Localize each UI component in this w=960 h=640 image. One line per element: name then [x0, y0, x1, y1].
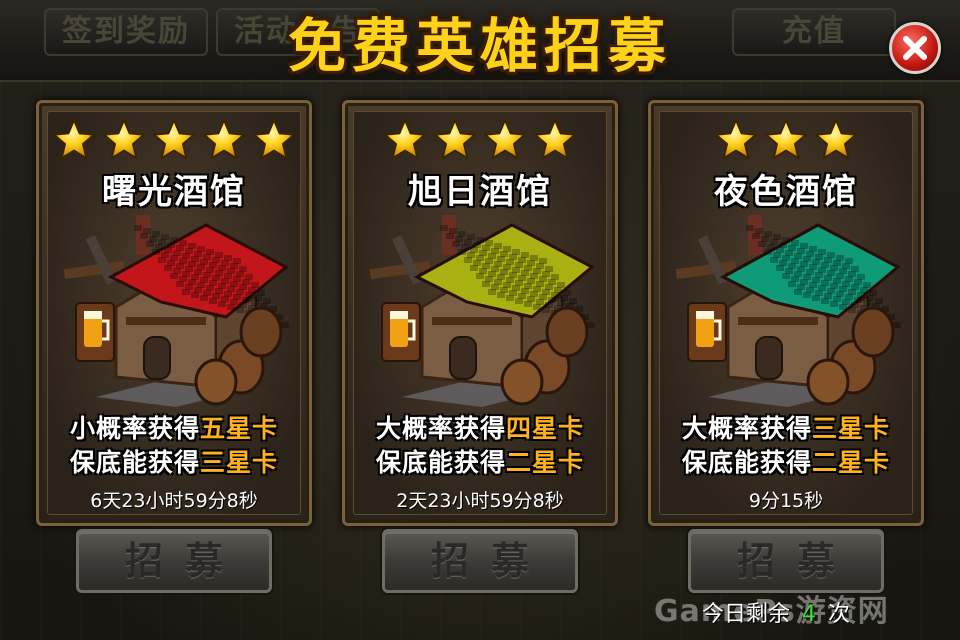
star-icon	[203, 119, 245, 160]
tavern-card-dawn: 曙光酒馆 小概率获得五星卡 保底能获得三星卡 6天23小时59分8秒	[36, 100, 312, 526]
beer-mug-icon	[75, 302, 115, 362]
star-icon	[765, 119, 807, 160]
star-icon	[53, 119, 95, 160]
remaining-count: 今日剩余 4 次	[702, 596, 850, 628]
star-icon	[815, 119, 857, 160]
recruit-button-dawn[interactable]: 招募	[76, 529, 272, 593]
cooldown-timer: 2天23小时59分8秒	[396, 490, 564, 512]
star-rating	[660, 118, 912, 162]
cooldown-timer: 9分15秒	[748, 490, 824, 512]
remaining-number: 4	[802, 602, 817, 627]
guarantee-text: 保底能获得	[69, 448, 200, 477]
tab-sign-in-reward[interactable]: 签到奖励	[44, 8, 208, 56]
star-icon	[534, 119, 576, 160]
tavern-name: 旭日酒馆	[408, 172, 552, 212]
guarantee-highlight: 二星卡	[812, 448, 891, 477]
tavern-building-image	[369, 215, 595, 407]
recruit-button-night[interactable]: 招募	[688, 529, 884, 593]
star-icon	[253, 119, 295, 160]
star-icon	[434, 119, 476, 160]
odds-text: 小概率获得	[69, 414, 200, 443]
tavern-odds: 小概率获得五星卡 保底能获得三星卡	[48, 412, 300, 480]
tab-recharge[interactable]: 充值	[732, 8, 896, 56]
star-icon	[484, 119, 526, 160]
guarantee-text: 保底能获得	[681, 448, 812, 477]
tavern-card-night: 夜色酒馆 大概率获得三星卡 保底能获得二星卡 9分15秒	[648, 100, 924, 526]
tavern-name: 曙光酒馆	[102, 172, 246, 212]
star-rating	[48, 118, 300, 162]
remaining-unit: 次	[828, 602, 851, 627]
cooldown-timer: 6天23小时59分8秒	[90, 490, 258, 512]
remaining-label: 今日剩余	[702, 602, 791, 627]
star-rating	[354, 118, 606, 162]
tavern-building-image	[63, 215, 289, 407]
tavern-odds: 大概率获得四星卡 保底能获得二星卡	[354, 412, 606, 480]
tavern-odds: 大概率获得三星卡 保底能获得二星卡	[660, 412, 912, 480]
star-icon	[153, 119, 195, 160]
odds-highlight: 三星卡	[812, 414, 891, 443]
tavern-building-image	[675, 215, 901, 407]
star-icon	[384, 119, 426, 160]
star-icon	[103, 119, 145, 160]
odds-text: 大概率获得	[681, 414, 812, 443]
guarantee-text: 保底能获得	[375, 448, 506, 477]
guarantee-highlight: 三星卡	[200, 448, 279, 477]
recruit-button-sunrise[interactable]: 招募	[382, 529, 578, 593]
guarantee-highlight: 二星卡	[506, 448, 585, 477]
odds-highlight: 五星卡	[200, 414, 279, 443]
beer-mug-icon	[687, 302, 727, 362]
tavern-card-sunrise: 旭日酒馆 大概率获得四星卡 保底能获得二星卡 2天23小时59分8秒	[342, 100, 618, 526]
odds-highlight: 四星卡	[506, 414, 585, 443]
beer-mug-icon	[381, 302, 421, 362]
page-title: 免费英雄招募	[287, 12, 672, 80]
close-icon	[903, 36, 927, 60]
tavern-name: 夜色酒馆	[714, 172, 858, 212]
odds-text: 大概率获得	[375, 414, 506, 443]
close-button[interactable]	[889, 22, 941, 74]
star-icon	[715, 119, 757, 160]
